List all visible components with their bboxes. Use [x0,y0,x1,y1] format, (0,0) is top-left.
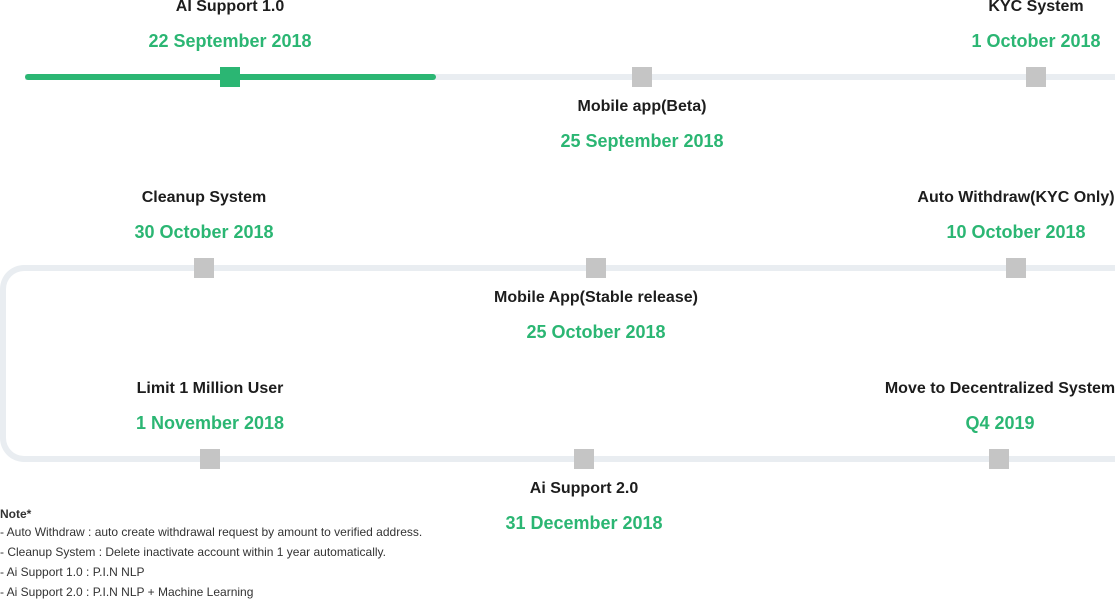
milestone-node-mobile-stable [586,258,606,278]
milestone-date: 22 September 2018 [148,31,312,51]
milestone-date: 1 November 2018 [135,413,285,433]
milestone-node-kyc [1026,67,1046,87]
milestone-title: Move to Decentralized System [884,380,1115,397]
milestone-limit-user: Limit 1 Million User 1 November 2018 [90,379,330,434]
milestone-auto-withdraw: Auto Withdraw(KYC Only) 10 October 2018 [916,188,1115,243]
milestone-date: 10 October 2018 [946,222,1086,242]
milestone-date: 25 October 2018 [526,322,666,342]
milestone-title: Ai Support 2.0 [529,480,639,497]
milestone-decentralized: Move to Decentralized System Q4 2019 [880,379,1115,434]
milestone-date: Q4 2019 [965,413,1035,433]
milestone-kyc: KYC System 1 October 2018 [936,0,1115,52]
milestone-title: Auto Withdraw(KYC Only) [917,189,1115,206]
milestone-title: Limit 1 Million User [136,380,284,397]
milestone-title: KYC System [988,0,1084,15]
milestone-node-cleanup [194,258,214,278]
milestone-node-mobile-beta [632,67,652,87]
milestone-mobile-beta: Mobile app(Beta) 25 September 2018 [482,97,802,152]
milestone-mobile-stable: Mobile App(Stable release) 25 October 20… [436,288,756,343]
milestone-title: Mobile app(Beta) [577,98,707,115]
timeline-curve-connector [0,265,60,462]
milestone-node-ai-support-1 [220,67,240,87]
milestone-cleanup: Cleanup System 30 October 2018 [84,188,324,243]
milestone-title: AI Support 1.0 [175,0,285,15]
milestone-node-decentralized [989,449,1009,469]
milestone-ai-support-1: AI Support 1.0 22 September 2018 [70,0,390,52]
note-line: - Ai Support 2.0 : P.I.N NLP + Machine L… [0,585,254,599]
note-line: - Ai Support 1.0 : P.I.N NLP [0,565,145,579]
milestone-date: 30 October 2018 [134,222,274,242]
milestone-date: 1 October 2018 [971,31,1101,51]
milestone-title: Cleanup System [141,189,267,206]
note-title: Note* [0,507,32,521]
note-line: - Auto Withdraw : auto create withdrawal… [0,525,423,539]
milestone-title: Mobile App(Stable release) [494,289,698,306]
milestone-ai-support-2: Ai Support 2.0 31 December 2018 [464,479,704,534]
milestone-node-ai-support-2 [574,449,594,469]
milestone-node-limit-user [200,449,220,469]
milestone-date: 25 September 2018 [560,131,724,151]
note-line: - Cleanup System : Delete inactivate acc… [0,545,386,559]
note-section: Note* - Auto Withdraw : auto create with… [0,506,422,602]
milestone-date: 31 December 2018 [505,513,663,533]
milestone-node-auto-withdraw [1006,258,1026,278]
